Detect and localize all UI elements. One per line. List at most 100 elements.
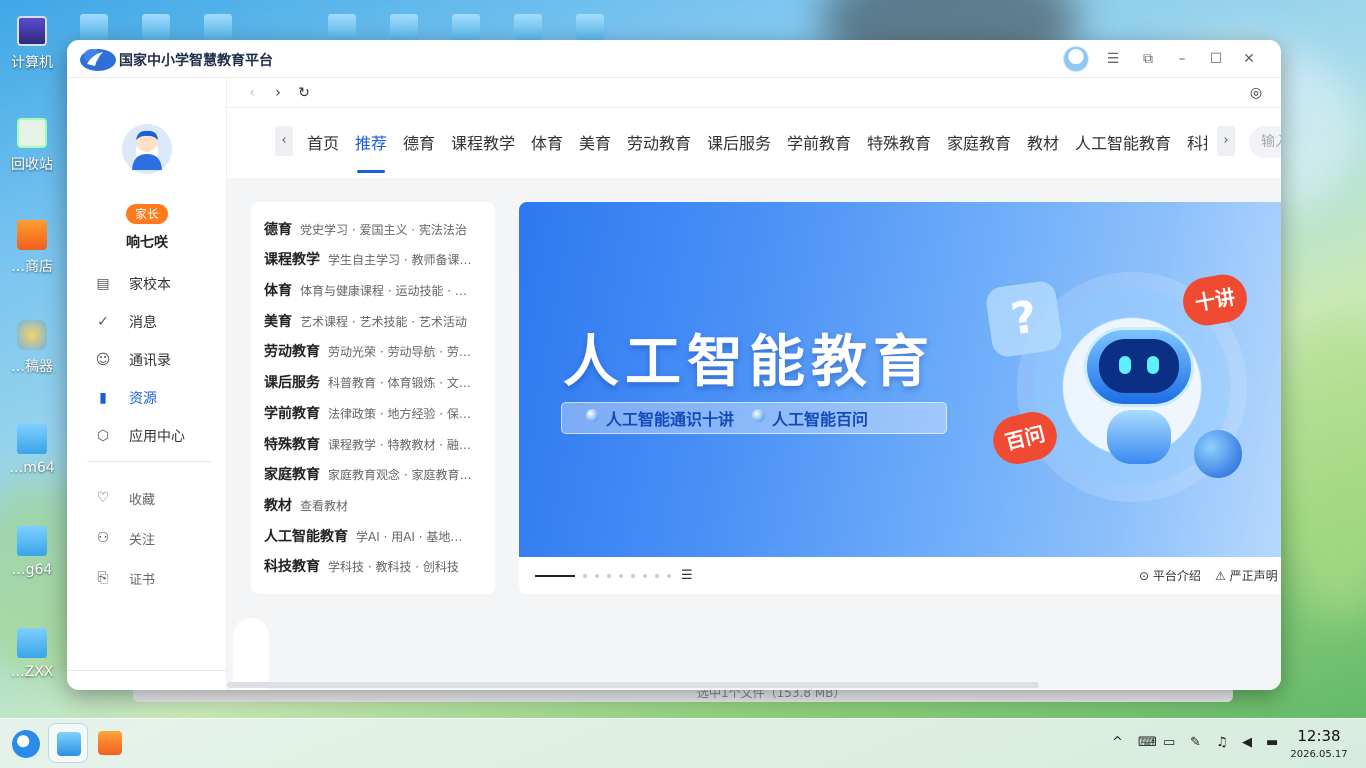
clock-date[interactable]: 2026.05.17	[1284, 749, 1354, 760]
launcher-icon[interactable]	[12, 730, 40, 758]
folder-icon[interactable]	[514, 14, 542, 40]
banner-image[interactable]: 人工智能教育 人工智能通识十讲 人工智能百问 ? 十讲 百问	[519, 202, 1281, 557]
tab-science[interactable]: 科技教育	[1187, 130, 1207, 154]
carousel-dot[interactable]	[619, 574, 623, 578]
tab-courses[interactable]: 课程教学	[451, 130, 515, 154]
tab-special[interactable]: 特殊教育	[867, 130, 931, 154]
list-item[interactable]: 特殊教育 课程教学 · 特教教材 · 融…	[264, 433, 473, 455]
desktop-icon-label: …商店	[11, 259, 53, 275]
category-subtitle: 劳动光荣 · 劳动导航 · 劳…	[328, 344, 471, 359]
tab-ai[interactable]: 人工智能教育	[1075, 130, 1171, 154]
list-item[interactable]: 人工智能教育 学AI · 用AI · 基地校…	[264, 525, 472, 547]
carousel-dot[interactable]	[667, 574, 671, 578]
banner-carousel[interactable]: 人工智能教育 人工智能通识十讲 人工智能百问 ? 十讲 百问 ☰ ⊙ 平台介绍 …	[519, 202, 1281, 594]
platform-intro-link[interactable]: ⊙ 平台介绍	[1139, 567, 1201, 584]
pen-icon[interactable]: ✎	[1190, 735, 1201, 750]
desktop-icon-folder[interactable]: …ZXX	[4, 628, 60, 680]
tab-family[interactable]: 家庭教育	[947, 130, 1011, 154]
folder-icon[interactable]	[328, 14, 356, 40]
contacts-icon: ☺	[95, 352, 111, 368]
category-list: 德育 党史学习 · 爱国主义 · 宪法法治 课程教学 学生自主学习 · 教师备课… …	[251, 202, 495, 594]
list-item[interactable]: 科技教育 学科技 · 教科技 · 创科技	[264, 555, 473, 577]
desktop-icon-trash[interactable]: 回收站	[4, 118, 60, 174]
list-item[interactable]: 学前教育 法律政策 · 地方经验 · 保…	[264, 402, 473, 424]
avatar[interactable]	[1063, 46, 1089, 72]
carousel-dot[interactable]	[595, 574, 599, 578]
compass-icon[interactable]: ◎	[1247, 84, 1265, 102]
list-item[interactable]: 课程教学 学生自主学习 · 教师备课…	[264, 248, 473, 270]
floating-side-tab[interactable]	[233, 618, 269, 690]
volume-icon[interactable]: ◀	[1242, 735, 1252, 750]
user-avatar[interactable]	[122, 124, 172, 174]
desktop-icon-computer[interactable]: 计算机	[4, 16, 60, 72]
carousel-dot[interactable]	[655, 574, 659, 578]
forward-icon[interactable]: ›	[269, 84, 287, 102]
maximize-icon[interactable]: ☐	[1206, 49, 1226, 69]
folder-icon[interactable]	[80, 14, 108, 40]
folder-icon[interactable]	[452, 14, 480, 40]
tab-scroll-right-icon[interactable]: ›	[1217, 126, 1235, 156]
close-icon[interactable]: ✕	[1239, 49, 1259, 69]
taskbar-app-store[interactable]	[90, 723, 130, 763]
desktop-icon-store[interactable]: …商店	[4, 220, 60, 276]
sidebar-item-following[interactable]: ⚇ 关注	[93, 526, 213, 550]
list-item[interactable]: 德育 党史学习 · 爱国主义 · 宪法法治	[264, 218, 470, 240]
keyboard-icon[interactable]: ⌨	[1138, 735, 1157, 750]
mini-mode-icon[interactable]: ⧉	[1138, 49, 1158, 69]
list-item[interactable]: 课后服务 科普教育 · 体育锻炼 · 文…	[264, 371, 473, 393]
tab-recommend[interactable]: 推荐	[355, 130, 387, 154]
sidebar-item-certificates[interactable]: ⎘ 证书	[93, 566, 213, 590]
settings-menu-icon[interactable]: ☰	[1103, 49, 1123, 69]
tab-textbooks[interactable]: 教材	[1027, 130, 1059, 154]
tab-preschool[interactable]: 学前教育	[787, 130, 851, 154]
carousel-dot[interactable]	[631, 574, 635, 578]
sidebar-item-app-center[interactable]: ⬡ 应用中心	[93, 424, 213, 448]
list-item[interactable]: 劳动教育 劳动光荣 · 劳动导航 · 劳…	[264, 340, 473, 362]
sidebar-item-home-school[interactable]: ▤ 家校本	[93, 272, 213, 296]
desktop-icon-folder[interactable]: …m64	[4, 424, 60, 476]
tab-home[interactable]: 首页	[307, 130, 339, 154]
sidebar-item-resources[interactable]: ▮ 资源	[93, 386, 213, 410]
list-item[interactable]: 美育 艺术课程 · 艺术技能 · 艺术活动	[264, 310, 472, 332]
sidebar-item-contacts[interactable]: ☺ 通讯录	[93, 348, 213, 372]
bell-icon[interactable]: ♫	[1216, 735, 1228, 750]
list-icon[interactable]: ☰	[681, 568, 693, 583]
desktop-icon-app[interactable]: …稿器	[4, 320, 60, 376]
carousel-indicator-active[interactable]	[535, 575, 575, 577]
tray-expand-icon[interactable]: ^	[1112, 735, 1123, 750]
horizontal-scrollbar[interactable]	[227, 682, 1039, 688]
taskbar-app-education[interactable]	[48, 723, 88, 763]
list-item[interactable]: 体育 体育与健康课程 · 运动技能 · 体…	[264, 279, 472, 301]
toggle-icon[interactable]: ▬	[1266, 735, 1278, 750]
statement-link[interactable]: ⚠ 严正声明	[1215, 567, 1278, 584]
folder-icon[interactable]	[142, 14, 170, 40]
tab-moral[interactable]: 德育	[403, 130, 435, 154]
tab-arts[interactable]: 美育	[579, 130, 611, 154]
list-item[interactable]: 教材 查看教材	[264, 494, 472, 516]
category-subtitle: 艺术课程 · 艺术技能 · 艺术活动	[300, 314, 467, 329]
tab-scroll-left-icon[interactable]: ‹	[275, 126, 293, 156]
sidebar-item-messages[interactable]: ✓ 消息	[93, 310, 213, 334]
sidebar-item-favorites[interactable]: ♡ 收藏	[93, 486, 213, 510]
list-item[interactable]: 家庭教育 家庭教育观念 · 家庭教育…	[264, 463, 473, 485]
tab-after-school[interactable]: 课后服务	[707, 130, 771, 154]
carousel-dot[interactable]	[607, 574, 611, 578]
folder-icon[interactable]	[204, 14, 232, 40]
hexagon-icon: ⬡	[96, 428, 110, 444]
desktop-icon-label: 计算机	[11, 55, 53, 71]
back-icon[interactable]: ‹	[243, 84, 261, 102]
battery-icon[interactable]: ▭	[1163, 735, 1175, 750]
folder-icon[interactable]	[390, 14, 418, 40]
desktop-icon-folder[interactable]: …g64	[4, 526, 60, 578]
collapse-button[interactable]: ≡ 收起	[122, 688, 242, 690]
folder-icon[interactable]	[576, 14, 604, 40]
carousel-dot[interactable]	[643, 574, 647, 578]
minimize-icon[interactable]: –	[1172, 49, 1192, 69]
certificate-icon: ⎘	[97, 570, 109, 586]
tab-labor[interactable]: 劳动教育	[627, 130, 691, 154]
clock-time[interactable]: 12:38	[1290, 727, 1348, 745]
refresh-icon[interactable]: ↻	[295, 84, 313, 102]
carousel-dot[interactable]	[583, 574, 587, 578]
tab-sports[interactable]: 体育	[531, 130, 563, 154]
search-input[interactable]: 输入	[1249, 126, 1281, 158]
